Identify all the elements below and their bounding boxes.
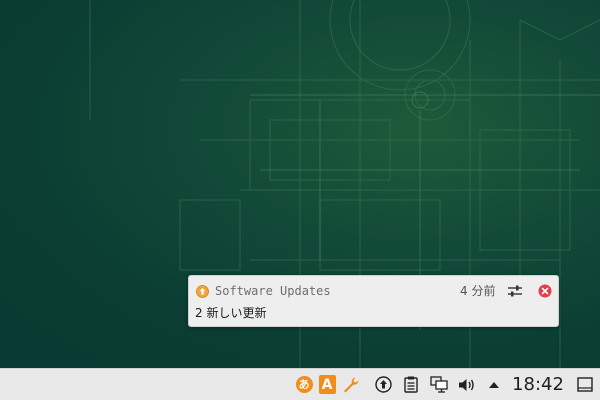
window-icon[interactable]	[575, 369, 595, 400]
sliders-icon[interactable]	[507, 284, 523, 298]
update-arrow-icon	[196, 285, 209, 298]
triangle-up-icon[interactable]	[486, 369, 502, 400]
network-icon[interactable]	[428, 369, 450, 400]
update-arrow-icon[interactable]	[373, 369, 393, 400]
notification-app-name: Software Updates	[215, 284, 331, 298]
clock[interactable]: 18:42	[508, 369, 568, 400]
ime-mode-label: A	[318, 375, 336, 394]
notification-time: 4 分前	[460, 284, 496, 298]
notification-body: 2 新しい更新	[195, 306, 267, 320]
taskbar: あ A 18:42	[0, 368, 600, 400]
ime-mode-icon[interactable]: A	[316, 369, 338, 400]
software-updates-notification[interactable]: Software Updates 4 分前 2 新しい更新	[188, 275, 559, 327]
ime-hiragana-label: あ	[295, 376, 313, 393]
ime-hiragana-icon[interactable]: あ	[294, 369, 314, 400]
volume-icon[interactable]	[456, 369, 478, 400]
close-circle-icon[interactable]	[538, 284, 552, 298]
wrench-icon[interactable]	[340, 369, 362, 400]
clipboard-icon[interactable]	[401, 369, 421, 400]
